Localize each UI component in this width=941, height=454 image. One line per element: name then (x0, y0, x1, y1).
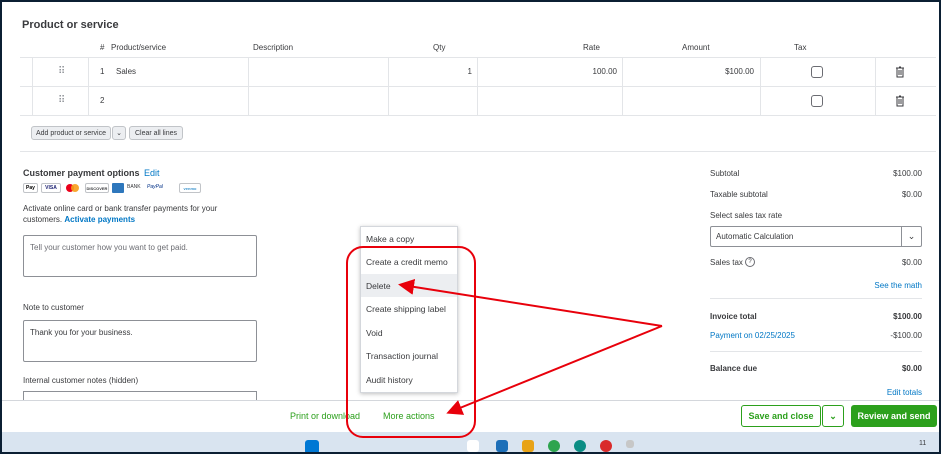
annotation-arrow-more-actions (446, 325, 663, 415)
annotation-arrow-delete (398, 278, 663, 327)
invoice-screen: Product or service # Product/service Des… (0, 0, 941, 454)
annotation-overlay (346, 246, 663, 438)
annotation-circle (346, 246, 476, 438)
